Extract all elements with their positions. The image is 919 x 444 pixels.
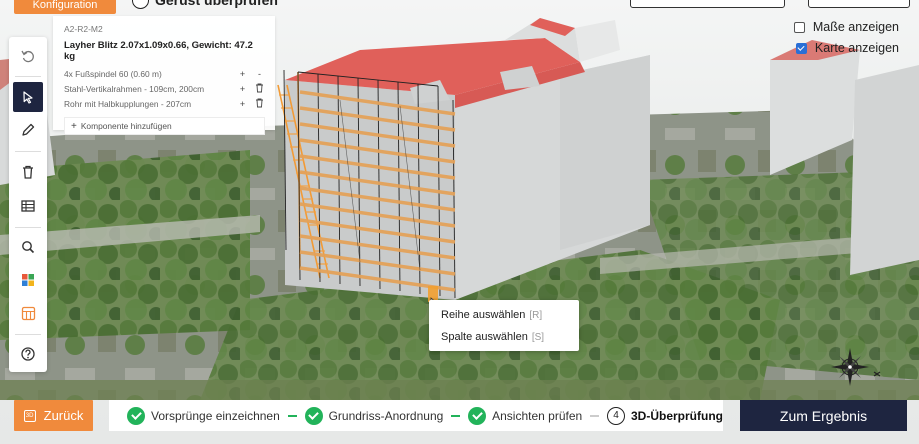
show-dimensions-checkbox[interactable] xyxy=(793,21,805,33)
3d-icon: 3D xyxy=(23,409,36,422)
page-title-text: Gerüst überprüfen xyxy=(155,0,278,8)
help-button[interactable] xyxy=(13,339,43,369)
menu-item-shortcut: [S] xyxy=(531,331,545,343)
minus-icon[interactable]: - xyxy=(254,69,265,79)
configuration-button[interactable]: Konfiguration xyxy=(14,0,116,14)
search-tool-button[interactable] xyxy=(13,232,43,262)
cursor-icon xyxy=(23,91,33,104)
trash-icon[interactable] xyxy=(254,83,265,95)
result-button[interactable]: Zum Ergebnis xyxy=(740,400,907,431)
toolbar-divider xyxy=(15,76,41,77)
undo-icon xyxy=(21,50,34,63)
toolbar-divider xyxy=(15,334,41,335)
component-row-label: Stahl-Vertikalrahmen - 109cm, 200cm xyxy=(64,83,205,94)
plus-icon[interactable]: + xyxy=(237,69,248,79)
context-menu: Reihe auswählen [R] Spalte auswählen [S] xyxy=(429,300,579,351)
trash-icon xyxy=(23,165,33,179)
component-row: Stahl-Vertikalrahmen - 109cm, 200cm + xyxy=(64,81,265,96)
component-row-label: Rohr mit Halbkupplungen - 207cm xyxy=(64,98,192,109)
configuration-label: Konfiguration xyxy=(32,0,98,11)
trash-icon[interactable] xyxy=(254,98,265,110)
plus-icon[interactable]: + xyxy=(237,84,248,94)
result-button-label: Zum Ergebnis xyxy=(779,407,868,424)
component-row: Rohr mit Halbkupplungen - 207cm + xyxy=(64,96,265,111)
show-map-label: Karte anzeigen xyxy=(814,41,899,55)
step-number: 4 xyxy=(607,406,625,425)
pencil-icon xyxy=(22,123,35,136)
color-grid-button[interactable] xyxy=(13,265,43,295)
component-code: A2-R2-M2 xyxy=(64,24,103,34)
table-icon xyxy=(21,200,35,212)
menu-item-shortcut: [R] xyxy=(529,309,543,321)
check-icon xyxy=(127,406,145,425)
step-3d-check[interactable]: 4 3D-Überprüfung xyxy=(607,406,723,425)
step-projections[interactable]: Vorsprünge einzeichnen xyxy=(127,406,280,425)
step-connector xyxy=(590,414,599,417)
show-dimensions-label: Maße anzeigen xyxy=(812,20,899,34)
component-row: 4x Fußspindel 60 (0.60 m) + - xyxy=(64,66,265,81)
toggle-show-dimensions[interactable]: Maße anzeigen xyxy=(793,20,899,34)
delete-tool-button[interactable] xyxy=(13,157,43,187)
check-icon xyxy=(468,406,487,425)
top-right-button-1[interactable] xyxy=(630,0,785,8)
tool-sidebar xyxy=(9,37,47,372)
top-right-button-2[interactable] xyxy=(808,0,910,8)
draw-tool-button[interactable] xyxy=(13,115,43,145)
plus-icon: + xyxy=(71,120,77,132)
menu-item-label: Reihe auswählen xyxy=(441,309,526,321)
component-title: Layher Blitz 2.07x1.09x0.66, Gewicht: 47… xyxy=(64,40,253,62)
table-tool-button[interactable] xyxy=(13,191,43,221)
step-label: Ansichten prüfen xyxy=(492,408,583,423)
layout-grid-button[interactable] xyxy=(13,298,43,328)
toolbar-divider xyxy=(15,151,41,152)
help-icon xyxy=(21,347,35,361)
menu-item-select-column[interactable]: Spalte auswählen [S] xyxy=(429,326,579,348)
menu-item-select-row[interactable]: Reihe auswählen [R] xyxy=(429,304,579,326)
step-label: 3D-Überprüfung xyxy=(631,408,723,423)
undo-button[interactable] xyxy=(13,41,43,71)
menu-item-label: Spalte auswählen xyxy=(441,331,528,343)
back-button-label: Zurück xyxy=(43,408,84,423)
search-icon xyxy=(22,241,35,254)
plus-icon[interactable]: + xyxy=(237,99,248,109)
select-tool-button[interactable] xyxy=(13,82,43,112)
step-floorplan[interactable]: Grundriss-Anordnung xyxy=(304,406,444,425)
grid-color-icon xyxy=(22,274,34,286)
add-component-label: Komponente hinzufügen xyxy=(80,121,172,131)
step-connector xyxy=(451,414,461,417)
step-label: Vorsprünge einzeichnen xyxy=(151,408,280,423)
grid-orange-icon xyxy=(21,306,35,320)
check-icon xyxy=(304,406,323,425)
page-title: Gerüst überprüfen xyxy=(132,0,278,9)
component-info-panel: A2-R2-M2 Layher Blitz 2.07x1.09x0.66, Ge… xyxy=(53,16,275,135)
progress-stepper: Vorsprünge einzeichnen Grundriss-Anordnu… xyxy=(109,400,723,431)
add-component-button[interactable]: + Komponente hinzufügen xyxy=(64,117,265,135)
back-button[interactable]: 3D Zurück xyxy=(14,400,93,431)
step-views[interactable]: Ansichten prüfen xyxy=(468,406,583,425)
toolbar-divider xyxy=(15,227,41,228)
toggle-show-map[interactable]: Karte anzeigen xyxy=(795,41,899,55)
compass-icon[interactable] xyxy=(828,342,884,392)
component-row-label: 4x Fußspindel 60 (0.60 m) xyxy=(64,68,162,79)
step-number-icon xyxy=(132,0,149,9)
step-connector xyxy=(287,414,297,417)
show-map-checkbox[interactable] xyxy=(795,42,807,54)
step-label: Grundriss-Anordnung xyxy=(328,408,444,423)
